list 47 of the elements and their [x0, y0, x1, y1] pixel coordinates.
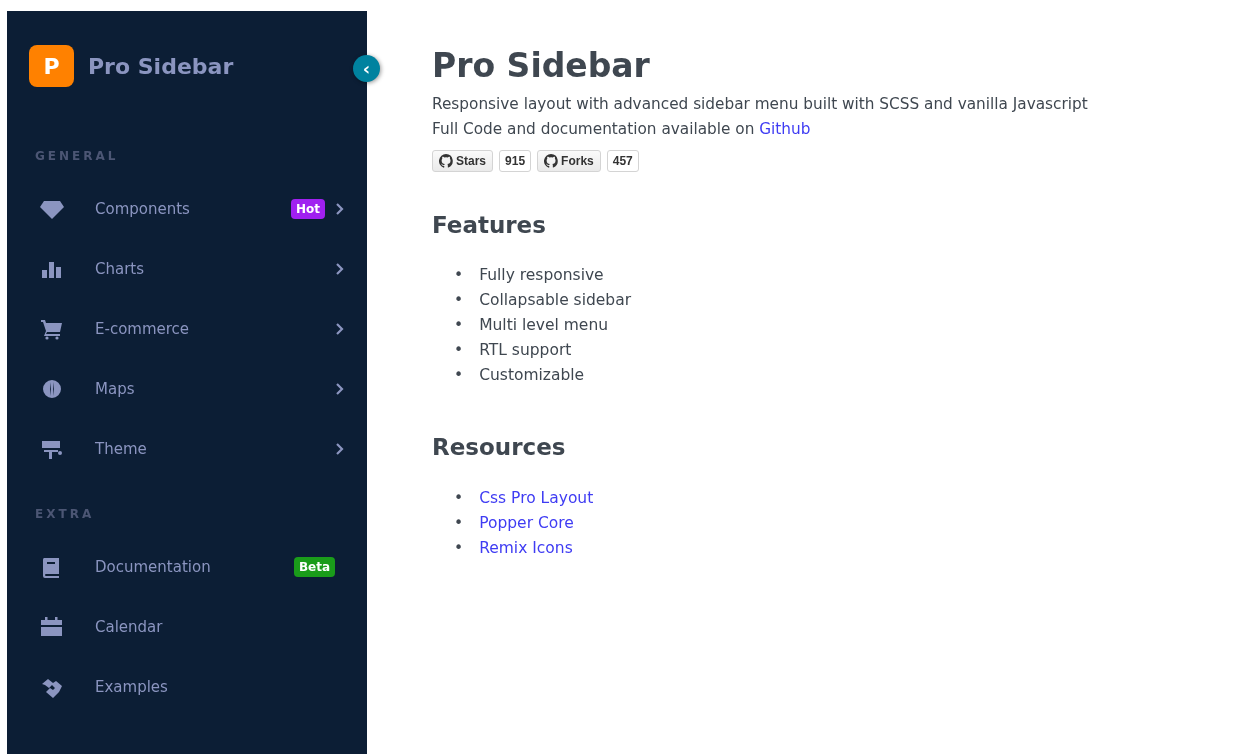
bullet-icon: • — [454, 485, 464, 511]
brand-title: Pro Sidebar — [88, 52, 234, 81]
menu-item[interactable]: Documentation Beta — [7, 537, 367, 597]
github-link[interactable]: Github — [759, 119, 811, 138]
feature-item: Fully responsive — [479, 265, 604, 287]
menu-item[interactable]: E-commerce — [7, 299, 367, 359]
diamond-icon — [39, 198, 65, 220]
menu-badge: Beta — [293, 557, 335, 577]
github-icon — [544, 153, 559, 168]
logo-icon: P — [29, 45, 74, 87]
feature-item: Customizable — [479, 365, 585, 387]
menu-item[interactable]: Components Hot — [7, 179, 367, 239]
bullet-icon: • — [454, 338, 464, 364]
menu-item[interactable]: Calendar — [7, 597, 367, 657]
feature-item: Collapsable sidebar — [479, 290, 632, 312]
github-button[interactable]: Stars — [432, 149, 494, 172]
github-button[interactable]: Forks — [537, 149, 601, 172]
count-label: 915 — [499, 149, 532, 172]
calendar-icon — [39, 616, 65, 638]
bullet-icon: • — [454, 510, 464, 536]
collapse-button[interactable]: ‹ — [353, 55, 380, 82]
menu-item[interactable]: Theme — [7, 419, 367, 479]
bullet-icon: • — [454, 363, 464, 389]
count-label: 457 — [606, 149, 639, 172]
page-title: Pro Sidebar — [432, 46, 651, 86]
menu-item[interactable]: Maps — [7, 359, 367, 419]
feature-item: Multi level menu — [479, 315, 609, 337]
resource-link[interactable]: Popper Core — [479, 510, 574, 536]
section-heading: GENERAL — [34, 148, 120, 165]
menu-item[interactable]: Charts — [7, 239, 367, 299]
section-heading: Features — [432, 211, 547, 240]
menu-item[interactable]: Examples — [7, 657, 367, 717]
feature-item: RTL support — [479, 340, 572, 362]
bullet-icon: • — [454, 288, 464, 314]
description-text: Responsive layout with advanced sidebar menu built with SCSS and vanilla Javascript — [432, 93, 1089, 115]
section-heading: Resources — [432, 434, 567, 462]
paint-roller-icon — [39, 438, 65, 460]
resource-link[interactable]: Css Pro Layout — [479, 485, 594, 511]
github-icon — [439, 153, 453, 168]
bullet-icon: • — [454, 263, 464, 289]
section-heading: EXTRA — [34, 506, 96, 523]
menu-badge: Hot — [290, 199, 325, 219]
bullet-icon: • — [454, 313, 464, 339]
bullet-icon: • — [454, 535, 464, 561]
resource-link[interactable]: Remix Icons — [479, 535, 573, 561]
description-text: Full Code and documentation available on Github — [432, 118, 812, 140]
cart-icon — [39, 318, 65, 340]
